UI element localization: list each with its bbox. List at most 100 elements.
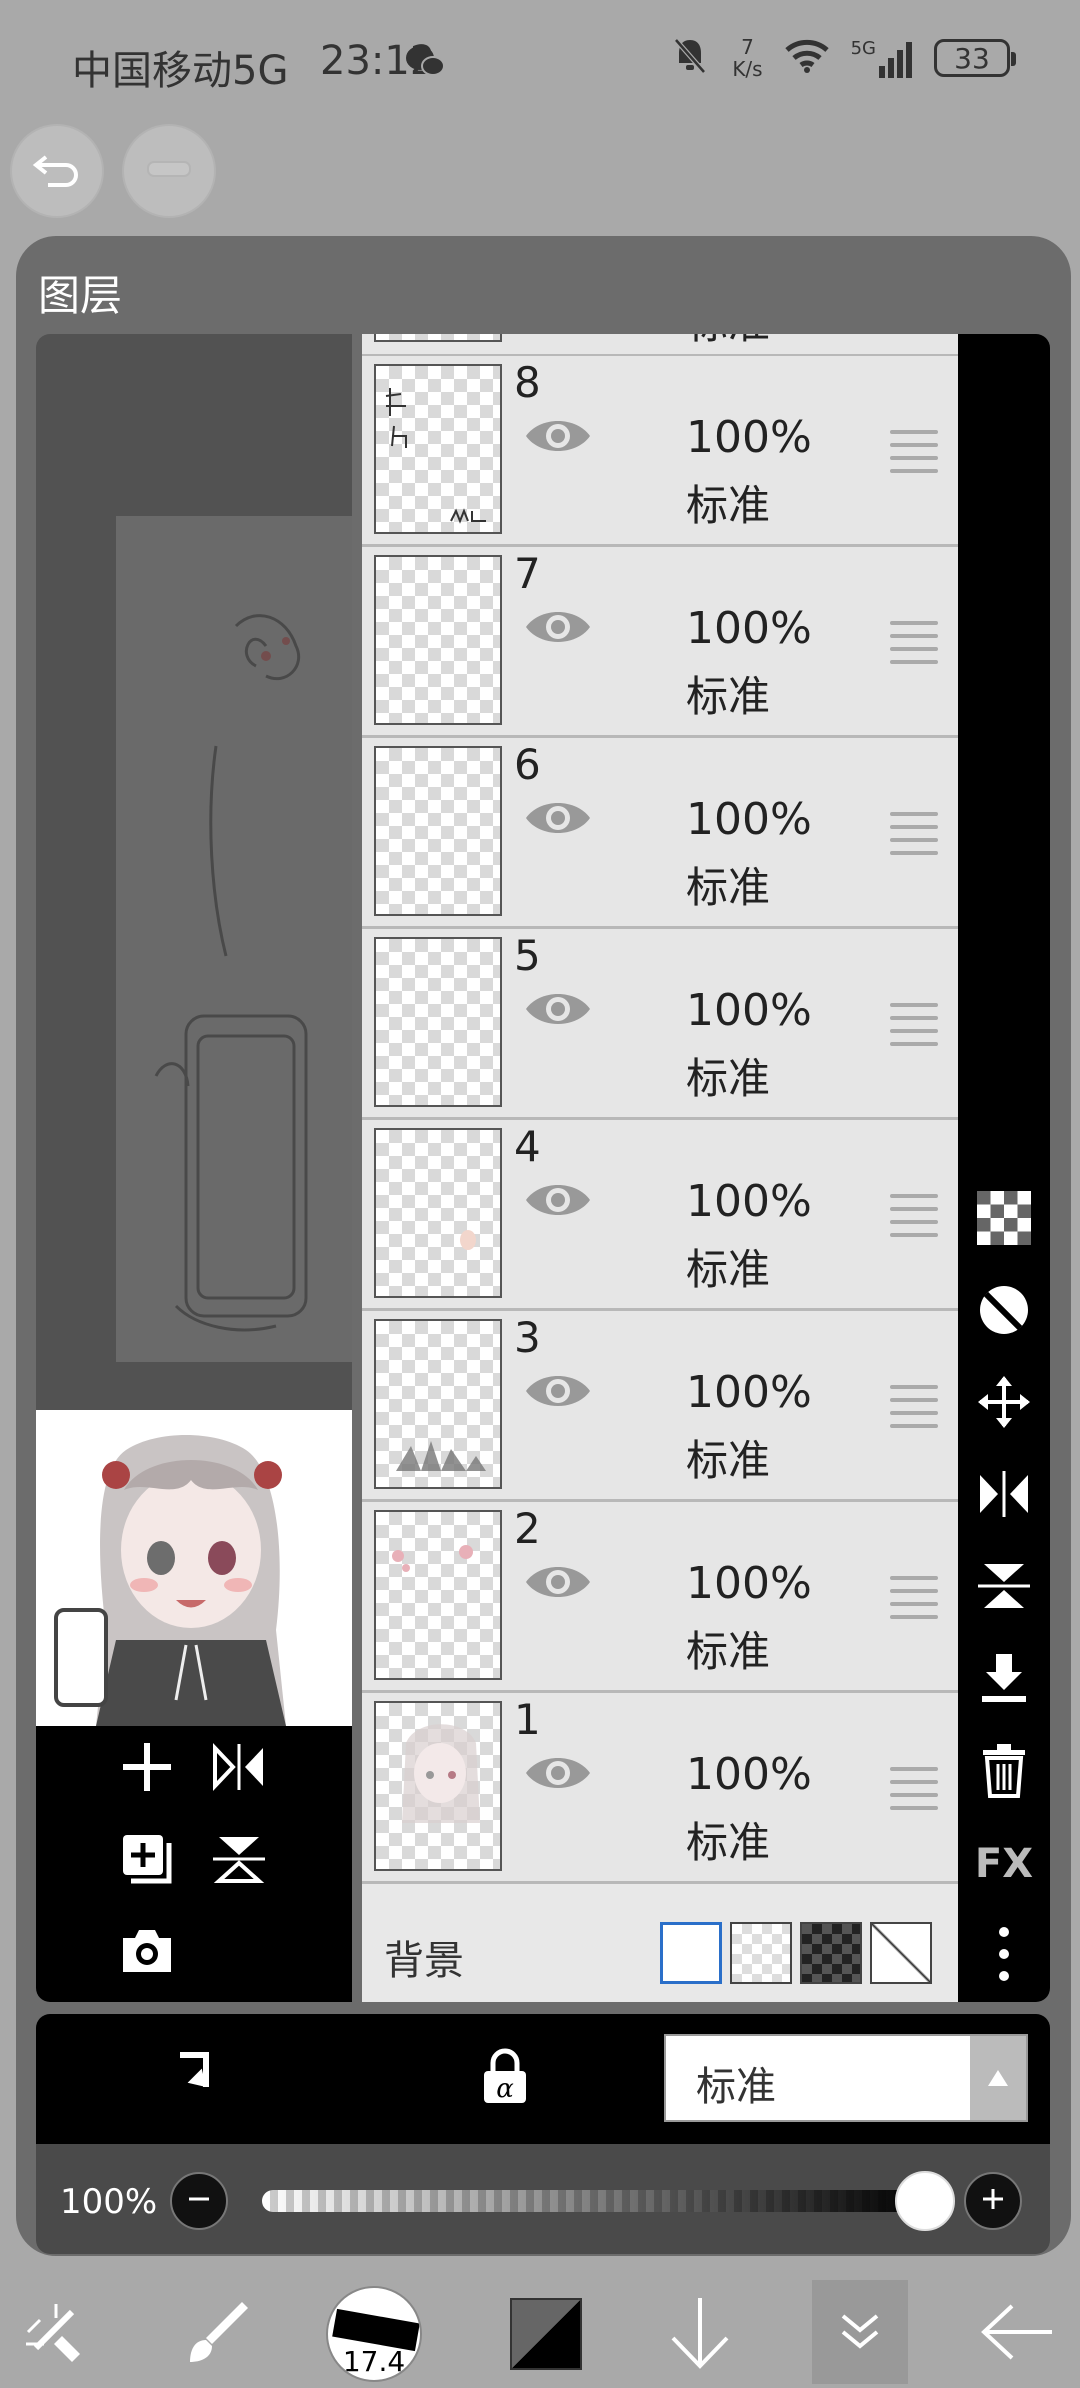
network-type: 5G <box>850 38 876 59</box>
flip-layer-horizontal-button[interactable] <box>974 1466 1034 1526</box>
blend-mode-select[interactable]: 标准 <box>664 2034 1028 2122</box>
layer-down-button[interactable] <box>650 2284 750 2384</box>
layer-thumbnail <box>374 1128 502 1298</box>
layer-opacity: 100% <box>686 1176 812 1227</box>
layer-row[interactable]: 4 100% 标准 <box>362 1120 958 1311</box>
drag-handle-icon[interactable] <box>890 430 938 482</box>
layer-number: 5 <box>514 931 541 980</box>
eye-icon[interactable] <box>524 987 592 1035</box>
wifi-icon <box>784 38 829 78</box>
eye-icon[interactable] <box>524 1369 592 1417</box>
layer-blend-mode: 标准 <box>686 481 771 530</box>
layer-row[interactable]: 5 100% 标准 <box>362 929 958 1120</box>
status-icons: 7 K/s 5G 33 <box>670 36 1016 80</box>
layer-opacity: 100% <box>686 603 812 654</box>
flip-layer-vertical-button[interactable] <box>974 1558 1034 1618</box>
layers-panel-button[interactable] <box>812 2280 908 2384</box>
camera-button[interactable] <box>112 1918 182 1988</box>
add-layer-button[interactable] <box>112 1734 182 1804</box>
layer-opacity: 100% <box>686 794 812 845</box>
opacity-slider-knob[interactable] <box>895 2171 955 2231</box>
layer-list[interactable]: 标准 8 100% 标准 7 100% 标准 6 100% 标准 5 100% … <box>362 334 958 2002</box>
drag-handle-icon[interactable] <box>890 1767 938 1819</box>
status-bar: 中国移动5G 23:12 7 K/s 5G 33 <box>0 0 1080 130</box>
more-vertical-icon <box>996 1924 1012 1988</box>
clip-to-layer-button[interactable] <box>156 2044 226 2114</box>
layer-thumbnail <box>374 1701 502 1871</box>
opacity-decrease-button[interactable] <box>170 2172 228 2230</box>
flip-vertical-icon <box>211 1831 267 1891</box>
drag-handle-icon[interactable] <box>890 621 938 673</box>
drag-handle-icon[interactable] <box>890 812 938 864</box>
alpha-lock-button[interactable]: α <box>470 2044 540 2114</box>
opacity-increase-button[interactable] <box>964 2172 1022 2230</box>
delete-layer-button[interactable] <box>974 1742 1034 1802</box>
canvas-preview[interactable] <box>36 334 352 1410</box>
layer-row[interactable]: 7 100% 标准 <box>362 547 958 738</box>
drag-handle-icon[interactable] <box>890 1003 938 1055</box>
layer-blend-mode: 标准 <box>686 334 770 351</box>
clip-arrow-icon <box>166 2047 216 2111</box>
layer-number: 3 <box>514 1313 541 1362</box>
svg-text:α: α <box>496 2074 514 2104</box>
more-options-button[interactable] <box>974 1926 1034 1986</box>
move-button[interactable] <box>974 1374 1034 1434</box>
transform-tool-button[interactable] <box>6 2284 106 2384</box>
eye-icon[interactable] <box>524 414 592 462</box>
bg-swatch-light-checker[interactable] <box>730 1922 792 1984</box>
layer-row[interactable]: 8 100% 标准 <box>362 356 958 547</box>
eye-icon[interactable] <box>524 1560 592 1608</box>
transparency-button[interactable] <box>974 1190 1034 1250</box>
redo-button[interactable] <box>122 124 216 218</box>
flip-vertical-button[interactable] <box>204 1826 274 1896</box>
drag-handle-icon[interactable] <box>890 1385 938 1437</box>
bg-swatch-none[interactable] <box>870 1922 932 1984</box>
back-button[interactable] <box>968 2284 1068 2384</box>
layer-number: 2 <box>514 1504 541 1553</box>
bg-swatch-white[interactable] <box>660 1922 722 1984</box>
plus-icon <box>119 1739 175 1799</box>
redo-icon <box>144 154 194 188</box>
eye-icon[interactable] <box>524 1751 592 1799</box>
drag-handle-icon[interactable] <box>890 1576 938 1628</box>
layer-row[interactable]: 3 100% 标准 <box>362 1311 958 1502</box>
layer-row[interactable]: 6 100% 标准 <box>362 738 958 929</box>
circle-slash-icon <box>976 1282 1032 1342</box>
transform-icon <box>16 2292 96 2376</box>
canvas-area <box>116 516 352 1362</box>
flip-horizontal-icon <box>976 1469 1032 1523</box>
merge-down-button[interactable] <box>974 1650 1034 1710</box>
panel-title: 图层 <box>38 271 123 320</box>
layer-blend-mode: 标准 <box>686 863 771 912</box>
trash-icon <box>979 1742 1029 1802</box>
layer-row[interactable]: 1 100% 标准 <box>362 1693 958 1884</box>
bg-swatch-dark-checker[interactable] <box>800 1922 862 1984</box>
opacity-slider[interactable] <box>262 2190 922 2212</box>
layer-thumbnail <box>374 1510 502 1680</box>
clipping-button[interactable] <box>974 1282 1034 1342</box>
canvas-thumbnail <box>36 1410 352 1726</box>
flip-horizontal-button[interactable] <box>204 1734 274 1804</box>
checkerboard-icon <box>977 1191 1031 1249</box>
brush-tool-button[interactable] <box>166 2284 266 2384</box>
move-arrows-icon <box>976 1374 1032 1434</box>
drag-handle-icon[interactable] <box>890 1194 938 1246</box>
layer-row-partial[interactable]: 标准 <box>362 334 958 357</box>
undo-button[interactable] <box>10 124 104 218</box>
layer-row[interactable]: 2 100% 标准 <box>362 1502 958 1693</box>
layer-thumbnail <box>374 746 502 916</box>
net-speed: 7 K/s <box>732 36 762 80</box>
layer-opacity: 100% <box>686 1367 812 1418</box>
color-swatch-button[interactable] <box>496 2284 596 2384</box>
layer-blend-mode: 标准 <box>686 1245 771 1294</box>
eye-icon[interactable] <box>524 796 592 844</box>
brush-size-button[interactable]: 17.4 <box>326 2286 422 2382</box>
fx-button[interactable]: FX <box>974 1834 1034 1894</box>
layer-thumbnail <box>374 1319 502 1489</box>
background-label: 背景 <box>384 1938 464 1984</box>
duplicate-layer-button[interactable] <box>112 1826 182 1896</box>
eye-icon[interactable] <box>524 1178 592 1226</box>
layer-thumbnail <box>374 364 502 534</box>
layer-thumbnail <box>374 555 502 725</box>
eye-icon[interactable] <box>524 605 592 653</box>
